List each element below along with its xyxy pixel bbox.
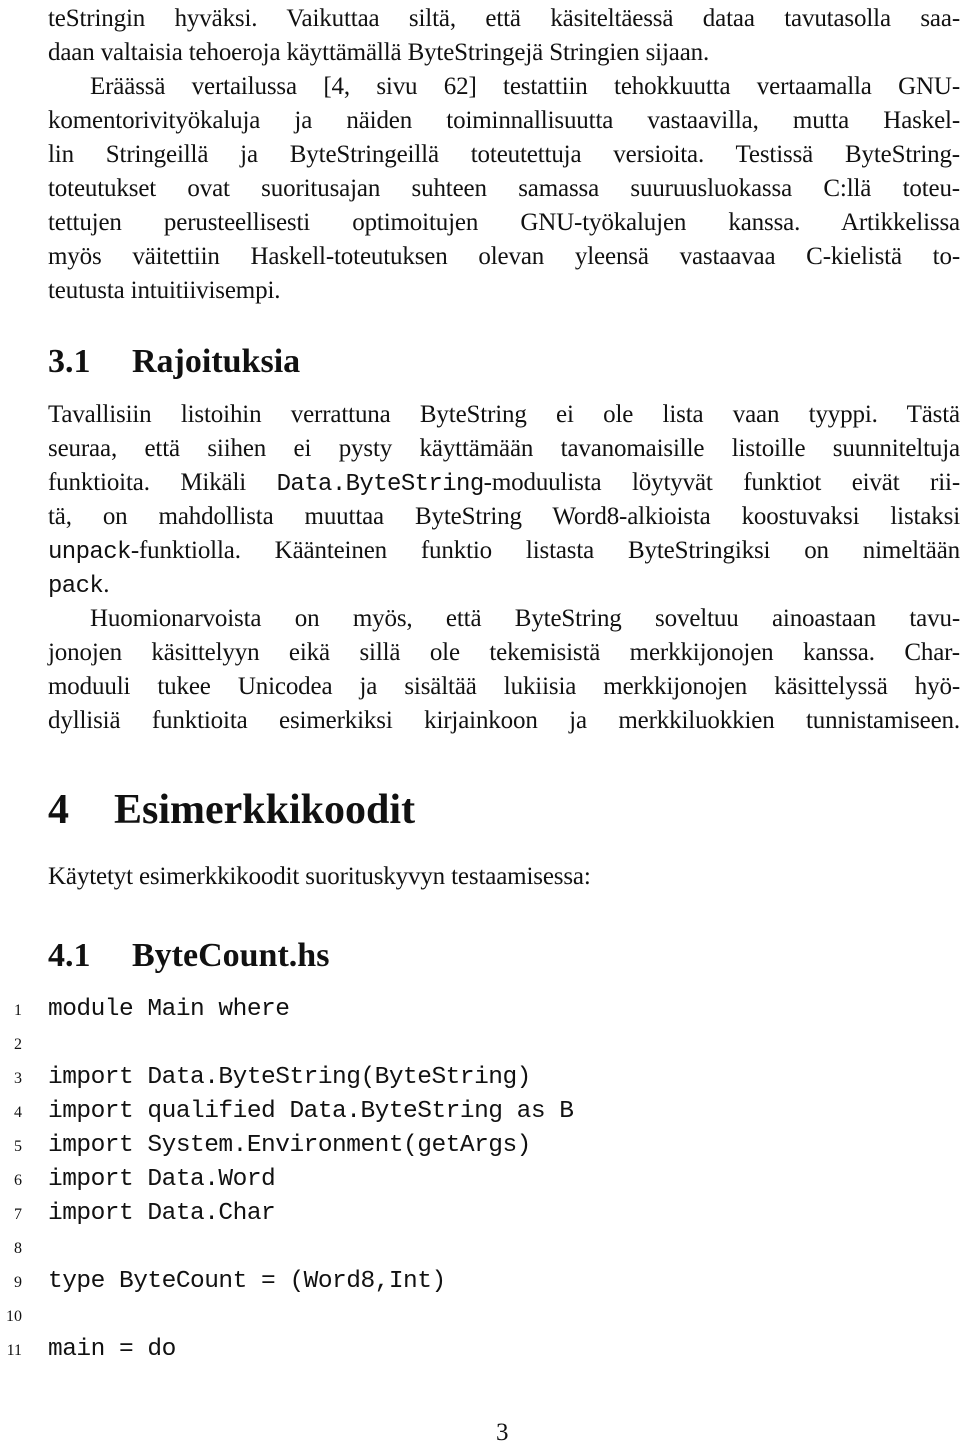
paragraph-line: dyllisiä funktioita esimerkiksi kirjaink… xyxy=(48,707,960,734)
paragraph-line: Käytetyt esimerkkikoodit suorituskyvyn t… xyxy=(48,863,591,890)
paragraph-line: Tavallisiin listoihin verrattuna ByteStr… xyxy=(48,401,960,428)
line-number: 9 xyxy=(14,1274,22,1291)
section-heading-3-1: 3.1 Rajoituksia xyxy=(48,342,300,382)
line-number: 10 xyxy=(6,1308,22,1325)
paragraph-line: moduuli tukee Unicodea ja sisältää lukii… xyxy=(48,673,960,700)
code-text: type ByteCount = (Word8,Int) xyxy=(48,1268,446,1295)
inline-code: unpack xyxy=(48,539,131,566)
text-fragment: -funktiolla. Käänteinen funktio listasta… xyxy=(130,537,960,564)
paragraph-line: tä, on mahdollista muuttaa ByteString Wo… xyxy=(48,503,960,530)
paragraph-line: daan valtaisia tehoeroja käyttämällä Byt… xyxy=(48,39,710,66)
code-line: 8 xyxy=(0,1231,960,1265)
line-number: 3 xyxy=(14,1070,22,1087)
code-text: main = do xyxy=(48,1336,176,1363)
line-number: 8 xyxy=(14,1240,22,1257)
code-line: 9 type ByteCount = (Word8,Int) xyxy=(0,1265,960,1299)
section-title: Rajoituksia xyxy=(132,343,301,380)
section-title: Esimerkkikoodit xyxy=(114,787,416,833)
section-heading-4-1: 4.1 ByteCount.hs xyxy=(48,936,329,976)
inline-code: pack xyxy=(48,573,104,600)
document-page: teStringin hyväksi. Vaikuttaa siltä, ett… xyxy=(0,0,960,1447)
code-line: 6 import Data.Word xyxy=(0,1163,960,1197)
paragraph-line: unpack-funktiolla. Käänteinen funktio li… xyxy=(48,534,960,568)
line-number: 11 xyxy=(6,1342,22,1359)
paragraph-line: myös väitettiin Haskell-toteutuksen olev… xyxy=(48,243,960,270)
code-line: 7 import Data.Char xyxy=(0,1197,960,1231)
section-title: ByteCount.hs xyxy=(132,937,330,974)
paragraph-line: jonojen käsittelyyn eikä sillä ole tekem… xyxy=(48,639,960,666)
code-text: import qualified Data.ByteString as B xyxy=(48,1098,574,1125)
code-line: 11 main = do xyxy=(0,1333,960,1367)
section-number: 4 xyxy=(48,787,69,833)
paragraph-line: lin Stringeillä ja ByteStringeillä toteu… xyxy=(48,141,960,168)
code-text: module Main where xyxy=(48,996,290,1023)
paragraph-line: toteutukset ovat suoritusajan suhteen sa… xyxy=(48,175,960,202)
code-line: 5 import System.Environment(getArgs) xyxy=(0,1129,960,1163)
paragraph-line: funktioita. Mikäli Data.ByteString-moduu… xyxy=(48,466,960,500)
code-line: 4 import qualified Data.ByteString as B xyxy=(0,1095,960,1129)
text-fragment: . xyxy=(103,571,110,598)
paragraph-line: tettujen perusteellisesti optimoitujen G… xyxy=(48,209,960,236)
paragraph-line: Eräässä vertailussa [4, sivu 62] testatt… xyxy=(90,73,960,100)
code-text: import Data.Char xyxy=(48,1200,276,1227)
line-number: 1 xyxy=(14,1002,22,1019)
code-line: 1 module Main where xyxy=(0,993,960,1027)
line-number: 5 xyxy=(14,1138,22,1155)
inline-code: Data.ByteString xyxy=(276,471,485,498)
line-number: 6 xyxy=(14,1172,22,1189)
paragraph-line: teutusta intuitiivisempi. xyxy=(48,277,281,304)
line-number: 2 xyxy=(14,1036,22,1053)
code-line: 10 xyxy=(0,1299,960,1333)
code-text: import Data.ByteString(ByteString) xyxy=(48,1064,531,1091)
section-number: 3.1 xyxy=(48,343,91,380)
code-text: import Data.Word xyxy=(48,1166,276,1193)
section-number: 4.1 xyxy=(48,937,91,974)
text-fragment: funktioita. Mikäli xyxy=(48,469,277,496)
paragraph-line: komentorivityökaluja ja näiden toiminnal… xyxy=(48,107,960,134)
paragraph-line: pack. xyxy=(48,568,960,602)
code-line: 3 import Data.ByteString(ByteString) xyxy=(0,1061,960,1095)
code-text: import System.Environment(getArgs) xyxy=(48,1132,531,1159)
page-number: 3 xyxy=(496,1419,509,1446)
paragraph-line: teStringin hyväksi. Vaikuttaa siltä, ett… xyxy=(48,5,960,32)
section-heading-4: 4 Esimerkkikoodit xyxy=(48,786,415,834)
paragraph-line: Huomionarvoista on myös, että ByteString… xyxy=(90,605,960,632)
paragraph-line: seuraa, että siihen ei pysty käyttämään … xyxy=(48,435,960,462)
code-line: 2 xyxy=(0,1027,960,1061)
line-number: 4 xyxy=(14,1104,22,1121)
text-fragment: -moduulista löytyvät funktiot eivät rii- xyxy=(483,469,960,496)
line-number: 7 xyxy=(14,1206,22,1223)
